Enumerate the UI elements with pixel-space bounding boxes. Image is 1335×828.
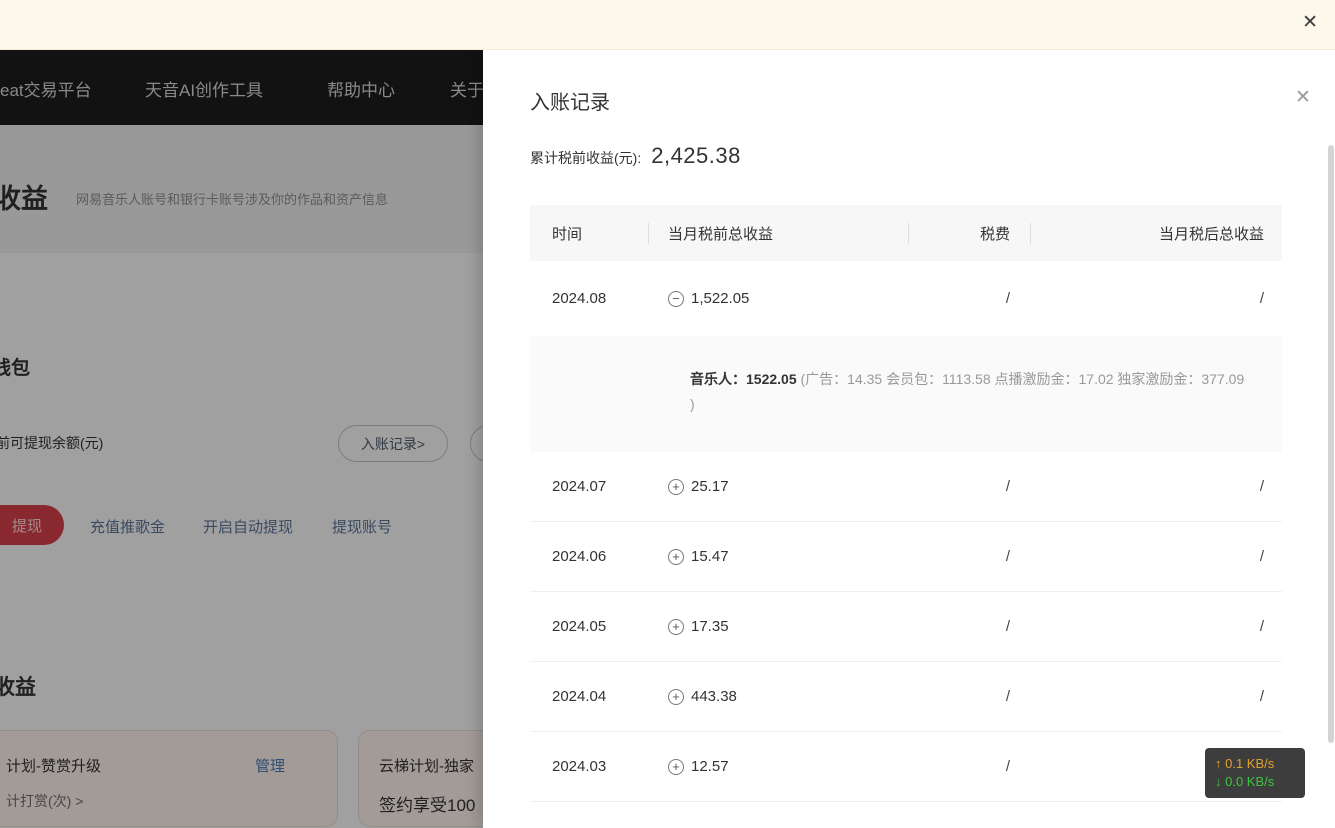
expand-icon[interactable]: + xyxy=(668,759,684,775)
row-tax-value: / xyxy=(908,548,1030,565)
row-tax-value: / xyxy=(908,478,1030,495)
row-date: 2024.05 xyxy=(530,618,648,635)
collapse-icon[interactable]: − xyxy=(668,291,684,307)
row-tax-value: / xyxy=(908,290,1030,307)
row-aftertax-value: / xyxy=(1030,618,1282,635)
header-divider xyxy=(908,223,909,244)
row-date: 2024.04 xyxy=(530,688,648,705)
row-pretax-value: 25.17 xyxy=(691,478,729,495)
row-date: 2024.03 xyxy=(530,758,648,775)
screen: eat交易平台 天音AI创作工具 帮助中心 关于 收益 网易音乐人账号和银行卡账… xyxy=(0,0,1335,828)
upload-speed: ↑ 0.1 KB/s xyxy=(1215,755,1305,773)
table-row[interactable]: 2024.07 + 25.17 / / xyxy=(530,452,1282,522)
header-divider xyxy=(648,223,649,244)
cumulative-income: 累计税前收益(元): 2,425.38 xyxy=(530,143,741,169)
download-speed: ↓ 0.0 KB/s xyxy=(1215,773,1305,791)
banner-close-icon[interactable]: ✕ xyxy=(1302,13,1318,32)
cumulative-income-value: 2,425.38 xyxy=(651,143,741,169)
row-pretax-value: 12.57 xyxy=(691,758,729,775)
income-records-modal: 入账记录 ✕ 累计税前收益(元): 2,425.38 时间 当月税前总收益 税费… xyxy=(483,50,1335,828)
row-tax-value: / xyxy=(908,688,1030,705)
row-pretax-value: 1,522.05 xyxy=(691,290,749,307)
cumulative-income-label: 累计税前收益(元): xyxy=(530,148,641,168)
detail-main: 音乐人：1522.05 xyxy=(690,371,801,387)
table-row[interactable]: 2024.06 + 15.47 / / xyxy=(530,522,1282,592)
expand-icon[interactable]: + xyxy=(668,479,684,495)
row-pretax-value: 17.35 xyxy=(691,618,729,635)
notification-banner: ✕ xyxy=(0,0,1335,50)
table-row[interactable]: 2024.04 + 443.38 / / xyxy=(530,662,1282,732)
header-pretax-income: 当月税前总收益 xyxy=(648,223,908,244)
row-pretax-value: 15.47 xyxy=(691,548,729,565)
modal-close-icon[interactable]: ✕ xyxy=(1295,88,1311,107)
row-aftertax-value: / xyxy=(1030,478,1282,495)
row-date: 2024.08 xyxy=(530,290,648,307)
expand-icon[interactable]: + xyxy=(668,549,684,565)
table-row[interactable]: 2024.05 + 17.35 / / xyxy=(530,592,1282,662)
row-aftertax-value: / xyxy=(1030,290,1282,307)
row-date: 2024.07 xyxy=(530,478,648,495)
header-time: 时间 xyxy=(530,223,648,244)
row-date: 2024.06 xyxy=(530,548,648,565)
income-table: 时间 当月税前总收益 税费 当月税后总收益 2024.08 − 1,522.05… xyxy=(530,205,1282,802)
row-tax-value: / xyxy=(908,758,1030,775)
row-detail-breakdown: 音乐人：1522.05 (广告：14.35 会员包：1113.58 点播激励金：… xyxy=(530,336,1282,452)
header-tax: 税费 xyxy=(908,223,1030,244)
header-aftertax-income: 当月税后总收益 xyxy=(1030,223,1282,244)
header-divider xyxy=(1030,223,1031,244)
row-pretax-value: 443.38 xyxy=(691,688,737,705)
modal-title: 入账记录 xyxy=(530,86,610,115)
modal-scrollbar-thumb[interactable] xyxy=(1328,145,1334,743)
expand-icon[interactable]: + xyxy=(668,619,684,635)
table-row[interactable]: 2024.08 − 1,522.05 / / xyxy=(530,261,1282,336)
row-aftertax-value: / xyxy=(1030,548,1282,565)
row-aftertax-value: / xyxy=(1030,688,1282,705)
table-row[interactable]: 2024.03 + 12.57 / / xyxy=(530,732,1282,802)
expand-icon[interactable]: + xyxy=(668,689,684,705)
table-header-row: 时间 当月税前总收益 税费 当月税后总收益 xyxy=(530,205,1282,261)
row-tax-value: / xyxy=(908,618,1030,635)
network-speed-widget: ↑ 0.1 KB/s ↓ 0.0 KB/s xyxy=(1205,748,1305,798)
